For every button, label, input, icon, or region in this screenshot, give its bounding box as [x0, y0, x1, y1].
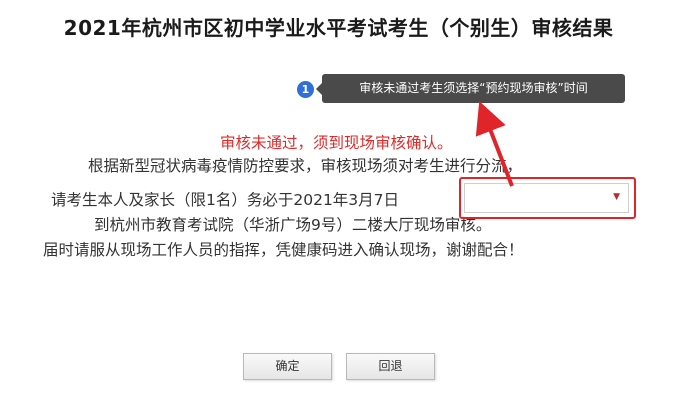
back-button[interactable]: 回退 [346, 353, 435, 380]
confirm-button[interactable]: 确定 [243, 353, 332, 380]
annotation-arrow-icon [475, 101, 514, 187]
